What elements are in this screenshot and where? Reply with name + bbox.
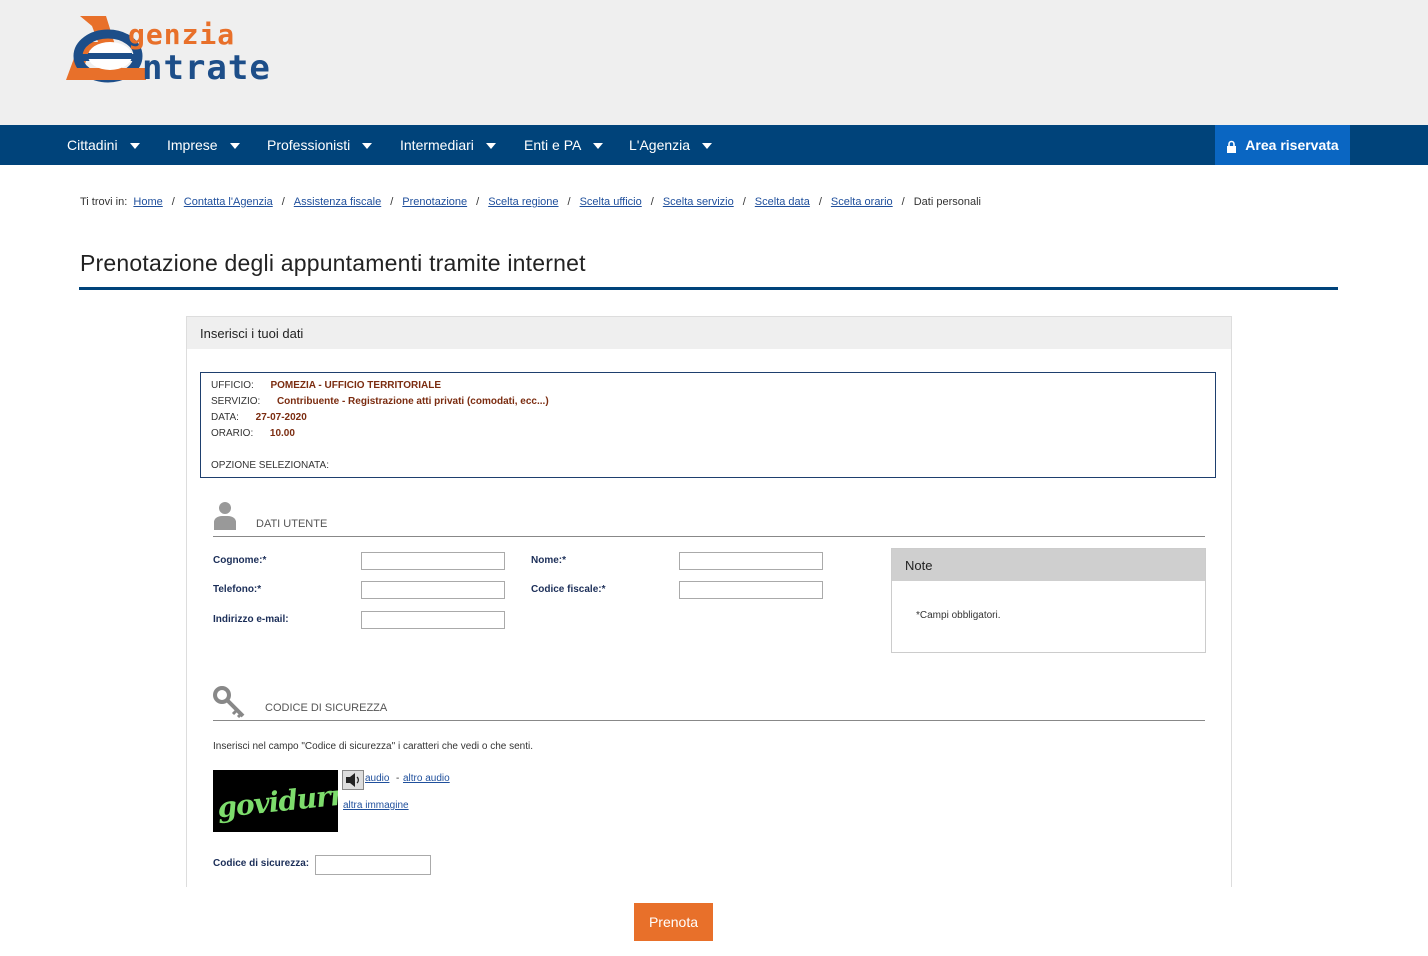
breadcrumb-scelta-data[interactable]: Scelta data [755,196,810,208]
note-title: Note [905,558,933,573]
summary-data: DATA: 27-07-2020 [211,412,307,423]
captcha-image: govidurro [213,770,338,832]
caret-down-icon [702,143,713,150]
note-text: *Campi obbligatori. [916,610,1001,621]
captcha-text: govidurro [215,776,338,825]
nav-item-intermediari[interactable]: Intermediari [400,125,496,165]
altra-immagine-link[interactable]: altra immagine [343,800,409,811]
caret-down-icon [229,143,240,150]
telefono-label: Telefono:* [213,584,262,595]
logo-text-entrate: ntrate [142,48,271,88]
site-header: genzia ntrate [0,0,1428,125]
title-divider [79,287,1338,290]
section-title: CODICE DI SICUREZZA [265,702,388,714]
page-title: Prenotazione degli appuntamenti tramite … [80,250,586,276]
codice-fiscale-input[interactable] [679,581,823,599]
summary-label: SERVIZIO: [211,396,261,407]
breadcrumb-scelta-servizio[interactable]: Scelta servizio [663,196,734,208]
area-riservata-label: Area riservata [1245,137,1339,153]
nome-label: Nome:* [531,555,567,566]
nav-item-cittadini[interactable]: Cittadini [67,125,140,165]
user-icon [214,502,236,530]
nav-label: Professionisti [267,137,351,153]
nav-label: L'Agenzia [629,137,691,153]
summary-servizio: SERVIZIO: Contribuente - Registrazione a… [211,396,549,407]
codice-sicurezza-header: CODICE DI SICUREZZA [213,684,1205,721]
caret-down-icon [593,143,604,150]
summary-label: DATA: [211,412,239,423]
panel-heading: Inserisci i tuoi dati [200,326,304,341]
nav-item-imprese[interactable]: Imprese [167,125,240,165]
breadcrumb-prefix: Ti trovi in: [80,196,128,208]
summary-ufficio: UFFICIO: POMEZIA - UFFICIO TERRITORIALE [211,380,441,391]
breadcrumb-current: Dati personali [913,196,981,208]
caret-down-icon [129,143,140,150]
agenzia-entrate-logo[interactable]: genzia ntrate [66,14,286,88]
breadcrumb-scelta-ufficio[interactable]: Scelta ufficio [580,196,642,208]
nome-input[interactable] [679,552,823,570]
breadcrumb: Ti trovi in: Home / Contatta l'Agenzia / Ass… [80,196,981,208]
booking-summary: UFFICIO: POMEZIA - UFFICIO TERRITORIALE … [200,372,1216,478]
nav-label: Imprese [167,137,218,153]
note-header: Note [892,549,1205,581]
speaker-icon[interactable] [342,770,364,790]
prenota-button[interactable]: Prenota [634,903,713,941]
lock-icon [1227,140,1237,153]
nav-item-professionisti[interactable]: Professionisti [267,125,373,165]
form-panel: Inserisci i tuoi dati UFFICIO: POMEZIA -… [186,316,1232,887]
section-title: DATI UTENTE [256,518,328,530]
link-separator: - [396,773,400,784]
captcha-instructions: Inserisci nel campo "Codice di sicurezza… [213,741,534,752]
caret-down-icon [485,143,496,150]
breadcrumb-separator: / [818,196,822,208]
breadcrumb-separator: / [281,196,285,208]
altro-audio-link[interactable]: altro audio [403,773,450,784]
audio-link[interactable]: audio [365,773,389,784]
breadcrumb-separator: / [476,196,480,208]
summary-opzione: OPZIONE SELEZIONATA: [211,460,329,471]
breadcrumb-separator: / [171,196,175,208]
codice-sicurezza-label: Codice di sicurezza: [213,858,310,869]
cognome-input[interactable] [361,552,505,570]
area-riservata-button[interactable]: Area riservata [1215,125,1350,165]
summary-label: UFFICIO: [211,380,254,391]
nav-item-enti-pa[interactable]: Enti e PA [524,125,604,165]
summary-value: 10.00 [269,428,295,439]
summary-label: OPZIONE SELEZIONATA: [211,460,329,471]
key-icon [213,686,245,718]
main-nav: Cittadini Imprese Professionisti Interme… [0,125,1428,165]
summary-value: 27-07-2020 [255,412,307,423]
nav-label: Cittadini [67,137,118,153]
codice-sicurezza-input[interactable] [315,855,431,875]
summary-value: Contribuente - Registrazione atti privat… [276,396,549,407]
breadcrumb-contatta[interactable]: Contatta l'Agenzia [184,196,273,208]
note-box: Note *Campi obbligatori. [891,548,1206,653]
logo-text-agenzia: genzia [128,18,236,51]
breadcrumb-separator: / [742,196,746,208]
dati-utente-header: DATI UTENTE [213,500,1205,537]
telefono-input[interactable] [361,581,505,599]
summary-value: POMEZIA - UFFICIO TERRITORIALE [270,380,442,391]
panel-header: Inserisci i tuoi dati [187,317,1231,349]
breadcrumb-separator: / [901,196,905,208]
breadcrumb-separator: / [650,196,654,208]
email-input[interactable] [361,611,505,629]
breadcrumb-home[interactable]: Home [133,196,162,208]
summary-label: ORARIO: [211,428,254,439]
breadcrumb-scelta-orario[interactable]: Scelta orario [831,196,893,208]
email-label: Indirizzo e-mail: [213,614,289,625]
codice-fiscale-label: Codice fiscale:* [531,584,606,595]
breadcrumb-separator: / [390,196,394,208]
nav-item-agenzia[interactable]: L'Agenzia [629,125,713,165]
caret-down-icon [362,143,373,150]
nav-label: Enti e PA [524,137,582,153]
breadcrumb-assistenza[interactable]: Assistenza fiscale [294,196,381,208]
breadcrumb-separator: / [567,196,571,208]
nav-label: Intermediari [400,137,474,153]
cognome-label: Cognome:* [213,555,267,566]
audio-speaker-icon [346,773,359,787]
summary-orario: ORARIO: 10.00 [211,428,295,439]
breadcrumb-scelta-regione[interactable]: Scelta regione [488,196,558,208]
breadcrumb-prenotazione[interactable]: Prenotazione [402,196,467,208]
